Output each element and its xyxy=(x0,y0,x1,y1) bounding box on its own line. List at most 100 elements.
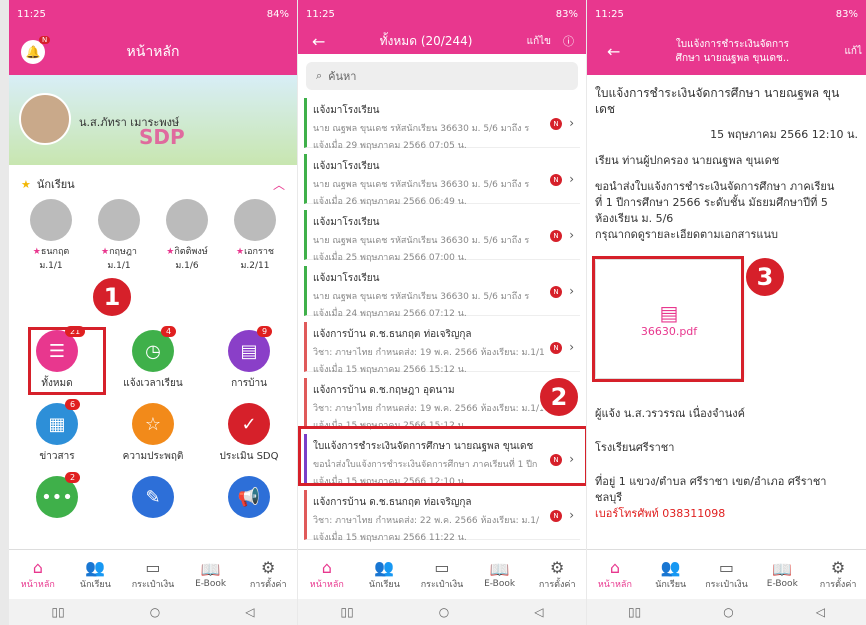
step-marker-1: 1 xyxy=(91,276,133,318)
student-name-text: เอกราช xyxy=(244,247,274,257)
new-badge: N xyxy=(550,230,562,242)
nav-label: หน้าหลัก xyxy=(309,580,344,590)
student-card[interactable]: ★ธนกฤต ม.1/1 xyxy=(21,199,81,277)
edit-button[interactable]: แก้ไ xyxy=(844,44,862,59)
nav-item[interactable]: 👥 นักเรียน xyxy=(68,558,123,591)
menu-item[interactable]: ✎ xyxy=(105,476,201,522)
item-title: แจ้งการบ้าน ด.ช.ธนกฤต ท่อเจริญกุล xyxy=(313,329,472,340)
nav-item[interactable]: ⚙ การตั้งค่า xyxy=(530,558,585,591)
nav-item[interactable]: ▭ กระเป๋าเงิน xyxy=(414,558,469,591)
students-header[interactable]: ★ นักเรียน ︿ xyxy=(9,169,297,199)
menu-item[interactable]: ••• 2 xyxy=(9,472,105,522)
doc-line: ขอนำส่งใบแจ้งการชำระเงินจัดการศึกษา ภาคเ… xyxy=(595,180,835,193)
list-item[interactable]: แจ้งมาโรงเรียนนาย ณฐพล ขุนเดช รหัสนักเรี… xyxy=(304,210,580,263)
nav-item[interactable]: 📖 E-Book xyxy=(183,560,238,589)
item-title: แจ้งการบ้าน ด.ช.ธนกฤต ท่อเจริญกุล xyxy=(313,497,472,508)
check-icon: ✓ xyxy=(228,403,270,445)
nav-item[interactable]: 👥 นักเรียน xyxy=(357,558,412,591)
clock: 11:25 xyxy=(17,8,46,20)
menu-label: แจ้งเวลาเรียน xyxy=(123,378,183,389)
item-title: แจ้งมาโรงเรียน xyxy=(313,217,380,228)
student-card[interactable]: ★เอกราชม.2/11 xyxy=(225,199,285,277)
recents-icon[interactable]: ▯▯ xyxy=(52,605,65,619)
back-arrow-icon[interactable]: ← xyxy=(607,42,620,61)
list-screen: 11:25 83% ← ทั้งหมด (20/244) แก้ไข ⓘ ⌕ ค้น… xyxy=(298,0,586,625)
menu-item[interactable]: ☆ ความประพฤติ xyxy=(105,403,201,464)
page-title: หน้าหลัก xyxy=(126,43,180,60)
info-icon[interactable]: ⓘ xyxy=(563,33,574,49)
brand-logo: SDP xyxy=(139,125,185,149)
chevron-right-icon: › xyxy=(569,284,574,298)
nav-label: กระเป๋าเงิน xyxy=(705,580,748,590)
menu-item[interactable]: ▤ 9 การบ้าน xyxy=(201,326,297,391)
item-date: แจ้งเมื่อ 15 พฤษภาคม 2566 15:12 น. xyxy=(313,365,467,375)
menu-item[interactable]: 📢 xyxy=(201,476,297,522)
student-avatar xyxy=(166,199,208,241)
home-icon[interactable]: ○ xyxy=(150,605,160,619)
student-card[interactable]: ★กิตติพงษ์ ม.1/6 xyxy=(157,199,217,277)
item-body: นาย ณฐพล ขุนเดช รหัสนักเรียน 36630 ม. 5/… xyxy=(313,180,530,190)
student-grade: ม.2/11 xyxy=(240,261,270,271)
student-name: ★กฤษฎา xyxy=(101,244,137,258)
back-icon[interactable]: ◁ xyxy=(245,605,254,619)
item-title: แจ้งการบ้าน ด.ช.กฤษฎา อุดนาม xyxy=(313,385,455,396)
student-name: ★ธนกฤต xyxy=(33,244,69,258)
search-input[interactable]: ⌕ ค้นหา xyxy=(306,62,578,90)
battery-level: 83% xyxy=(555,8,578,20)
back-icon[interactable]: ◁ xyxy=(816,605,825,619)
item-body: วิชา: ภาษาไทย กำหนดส่ง: 19 พ.ค. 2566 ห้อ… xyxy=(313,404,545,414)
student-card[interactable]: ★กฤษฎา ม.1/1 xyxy=(89,199,149,277)
home-icon[interactable]: ○ xyxy=(439,605,449,619)
school-phone[interactable]: เบอร์โทรศัพท์ 038311098 xyxy=(595,506,858,522)
status-bar: 11:25 83% xyxy=(587,0,866,28)
nav-item[interactable]: 📖 E-Book xyxy=(472,560,527,589)
new-badge: N xyxy=(550,118,562,130)
back-icon[interactable]: ◁ xyxy=(534,605,543,619)
list-item[interactable]: แจ้งการบ้าน ด.ช.ธนกฤต ท่อเจริญกุล วิชา: ภ… xyxy=(304,490,580,543)
avatar[interactable] xyxy=(19,93,71,145)
student-name: ★เอกราช xyxy=(236,244,274,258)
list-item[interactable]: แจ้งมาโรงเรียน นาย ณฐพล ขุนเดช รหัสนักเรี… xyxy=(304,98,580,151)
recents-icon[interactable]: ▯▯ xyxy=(341,605,354,619)
nav-item[interactable]: 📖 E-Book xyxy=(755,560,810,589)
star-icon: ★ xyxy=(21,177,31,191)
nav-item[interactable]: ▭ กระเป๋าเงิน xyxy=(125,558,180,591)
nav-label: หน้าหลัก xyxy=(597,580,632,590)
back-arrow-icon[interactable]: ← xyxy=(312,32,325,51)
menu-item[interactable]: ◷ 4 แจ้งเวลาเรียน xyxy=(105,326,201,391)
list-item[interactable]: แจ้งการบ้าน ด.ช.ธนกฤต ท่อเจริญกุล วิชา: ภ… xyxy=(304,322,580,375)
status-bar: 11:25 83% xyxy=(298,0,586,28)
item-date: แจ้งเมื่อ 24 พฤษภาคม 2566 07:12 น. xyxy=(313,309,467,319)
search-icon: ⌕ xyxy=(316,69,323,82)
student-avatar xyxy=(234,199,276,241)
nav-item[interactable]: 👥 นักเรียน xyxy=(643,558,698,591)
doc-line: ห้องเรียน ม. 5/6 xyxy=(595,212,674,225)
list-item[interactable]: แจ้งมาโรงเรียน นาย ณฐพล ขุนเดช รหัสนักเรี… xyxy=(304,266,580,319)
nav-item[interactable]: ▭ กระเป๋าเงิน xyxy=(699,558,754,591)
nav-item[interactable]: ⌂ หน้าหลัก xyxy=(587,558,642,591)
nav-item[interactable]: ⌂ หน้าหลัก xyxy=(299,558,354,591)
list-item[interactable]: แจ้งมาโรงเรียน นาย ณฐพล ขุนเดช รหัสนักเรี… xyxy=(304,154,580,207)
bottom-nav: ⌂ หน้าหลัก 👥 นักเรียน ▭ กระเป๋าเงิน 📖 E-Book ⚙ กา… xyxy=(9,549,297,599)
menu-item[interactable]: ✓ ประเมิน SDQ xyxy=(201,403,297,464)
school-province: ชลบุรี xyxy=(595,491,623,504)
chevron-up-icon[interactable]: ︿ xyxy=(273,176,285,193)
count-badge: 6 xyxy=(65,399,81,410)
item-date: แจ้งเมื่อ 26 พฤษภาคม 2566 06:49 น. xyxy=(313,197,467,207)
nav-label: การตั้งค่า xyxy=(538,580,576,590)
status-bar: 11:25 84% xyxy=(9,0,297,28)
home-icon[interactable]: ○ xyxy=(723,605,733,619)
menu-item[interactable]: ▦ 6 ข่าวสาร xyxy=(9,399,105,464)
nav-item[interactable]: ⚙ การตั้งค่า xyxy=(241,558,296,591)
school-address: ที่อยู่ 1 แขวง/ตำบล ศรีราชา เขต/อำเภอ ศร… xyxy=(595,475,827,488)
menu-label: การบ้าน xyxy=(231,378,267,389)
students-icon: 👥 xyxy=(374,558,395,577)
nav-item[interactable]: ⌂ หน้าหลัก xyxy=(10,558,65,591)
item-body: นาย ณฐพล ขุนเดช รหัสนักเรียน 36630 ม. 5/… xyxy=(313,236,530,246)
header: 🔔 N หน้าหลัก xyxy=(9,28,297,75)
recents-icon[interactable]: ▯▯ xyxy=(628,605,641,619)
item-date: แจ้งเมื่อ 25 พฤษภาคม 2566 07:00 น. xyxy=(313,253,467,263)
student-name: ★กิตติพงษ์ xyxy=(166,244,207,258)
edit-button[interactable]: แก้ไข xyxy=(527,34,551,49)
nav-item[interactable]: ⚙ การตั้งค่า xyxy=(811,558,866,591)
